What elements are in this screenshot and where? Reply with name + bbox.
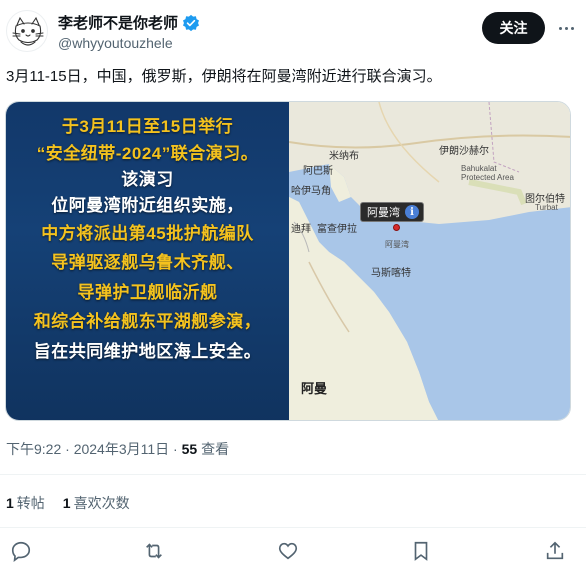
poster-line: 旨在共同维护地区海上安全。 [33,342,262,361]
poster-line: 和综合补给舰东平湖舰参演， [33,312,262,331]
poster-line: 该演习 [121,170,174,189]
poster-line: 位阿曼湾附近组织实施， [51,196,244,215]
tweet-header: 李老师不是你老师 @whyyoutouzhele 关注 [0,0,586,60]
meta-separator: · [169,441,182,457]
gulf-of-oman-map[interactable]: 伊朗沙赫尔 Bahukalat Protected Area 图尔伯特 Turb… [289,102,570,420]
announcement-poster: 于3月11日至15日举行 “安全纽带-2024”联合演习。 该演习 位阿曼湾附近… [6,102,289,420]
map-label: 阿曼湾 [385,240,409,249]
map-label: 马斯喀特 [371,268,411,279]
tweet-time[interactable]: 下午9:22 [6,441,61,457]
more-options-icon[interactable] [554,18,578,38]
map-label: 米纳布 [329,151,359,162]
bookmark-icon[interactable] [410,540,434,564]
author-name-row: 李老师不是你老师 [58,12,200,33]
map-label: 伊朗沙赫尔 [439,146,489,157]
follow-button[interactable]: 关注 [482,12,545,44]
retweets-stat[interactable]: 1 转帖 [6,493,45,513]
share-icon[interactable] [544,540,568,564]
map-label: 阿曼 [301,381,328,396]
cat-sketch-avatar-icon [12,16,44,46]
views-count: 55 [181,441,198,457]
author-display-name[interactable]: 李老师不是你老师 [58,12,178,33]
divider [0,527,586,528]
divider [0,474,586,475]
likes-count: 1 [62,495,71,511]
tweet-stats: 1 转帖 1 喜欢次数 [6,493,130,513]
avatar[interactable] [6,10,48,52]
tweet-text: 3月11-15日，中国，俄罗斯，伊朗将在阿曼湾附近进行联合演习。 [6,68,442,85]
poster-line: 导弹护卫舰临沂舰 [77,283,218,302]
likes-stat[interactable]: 1 喜欢次数 [63,493,130,513]
poster-line: 中方将派出第45批护航编队 [41,224,254,243]
author-handle[interactable]: @whyyoutouzhele [58,35,173,51]
map-label: 哈伊马角 [291,186,331,197]
map-label: Turbat [535,203,558,212]
tweet-meta: 下午9:22 · 2024年3月11日 · 55 查看 [6,439,229,459]
retweets-label: 转帖 [16,495,45,511]
poster-line: “安全纽带-2024”联合演习。 [36,144,259,163]
map-label: 迪拜 [291,224,311,235]
reply-icon[interactable] [10,540,34,564]
info-icon[interactable]: i [405,205,419,219]
map-label: Protected Area [461,173,514,182]
map-label: Bahukalat [461,164,497,173]
views-label: 查看 [197,441,230,457]
tweet-actions [0,540,586,566]
retweets-count: 1 [6,495,14,511]
map-callout[interactable]: 阿曼湾 i [360,202,424,222]
likes-label: 喜欢次数 [73,495,130,511]
meta-separator: · [61,441,74,457]
map-pin-icon[interactable] [393,224,400,231]
verified-badge-icon [182,14,200,31]
retweet-icon[interactable] [143,540,167,564]
tweet-media[interactable]: 于3月11日至15日举行 “安全纽带-2024”联合演习。 该演习 位阿曼湾附近… [5,101,571,421]
map-label: 富查伊拉 [317,224,357,235]
like-icon[interactable] [277,540,301,564]
poster-line: 于3月11日至15日举行 [61,117,234,136]
map-callout-label: 阿曼湾 [367,207,400,219]
tweet-date[interactable]: 2024年3月11日 [74,441,169,457]
map-label: 阿巴斯 [303,166,333,177]
poster-line: 导弹驱逐舰乌鲁木齐舰、 [51,253,244,272]
